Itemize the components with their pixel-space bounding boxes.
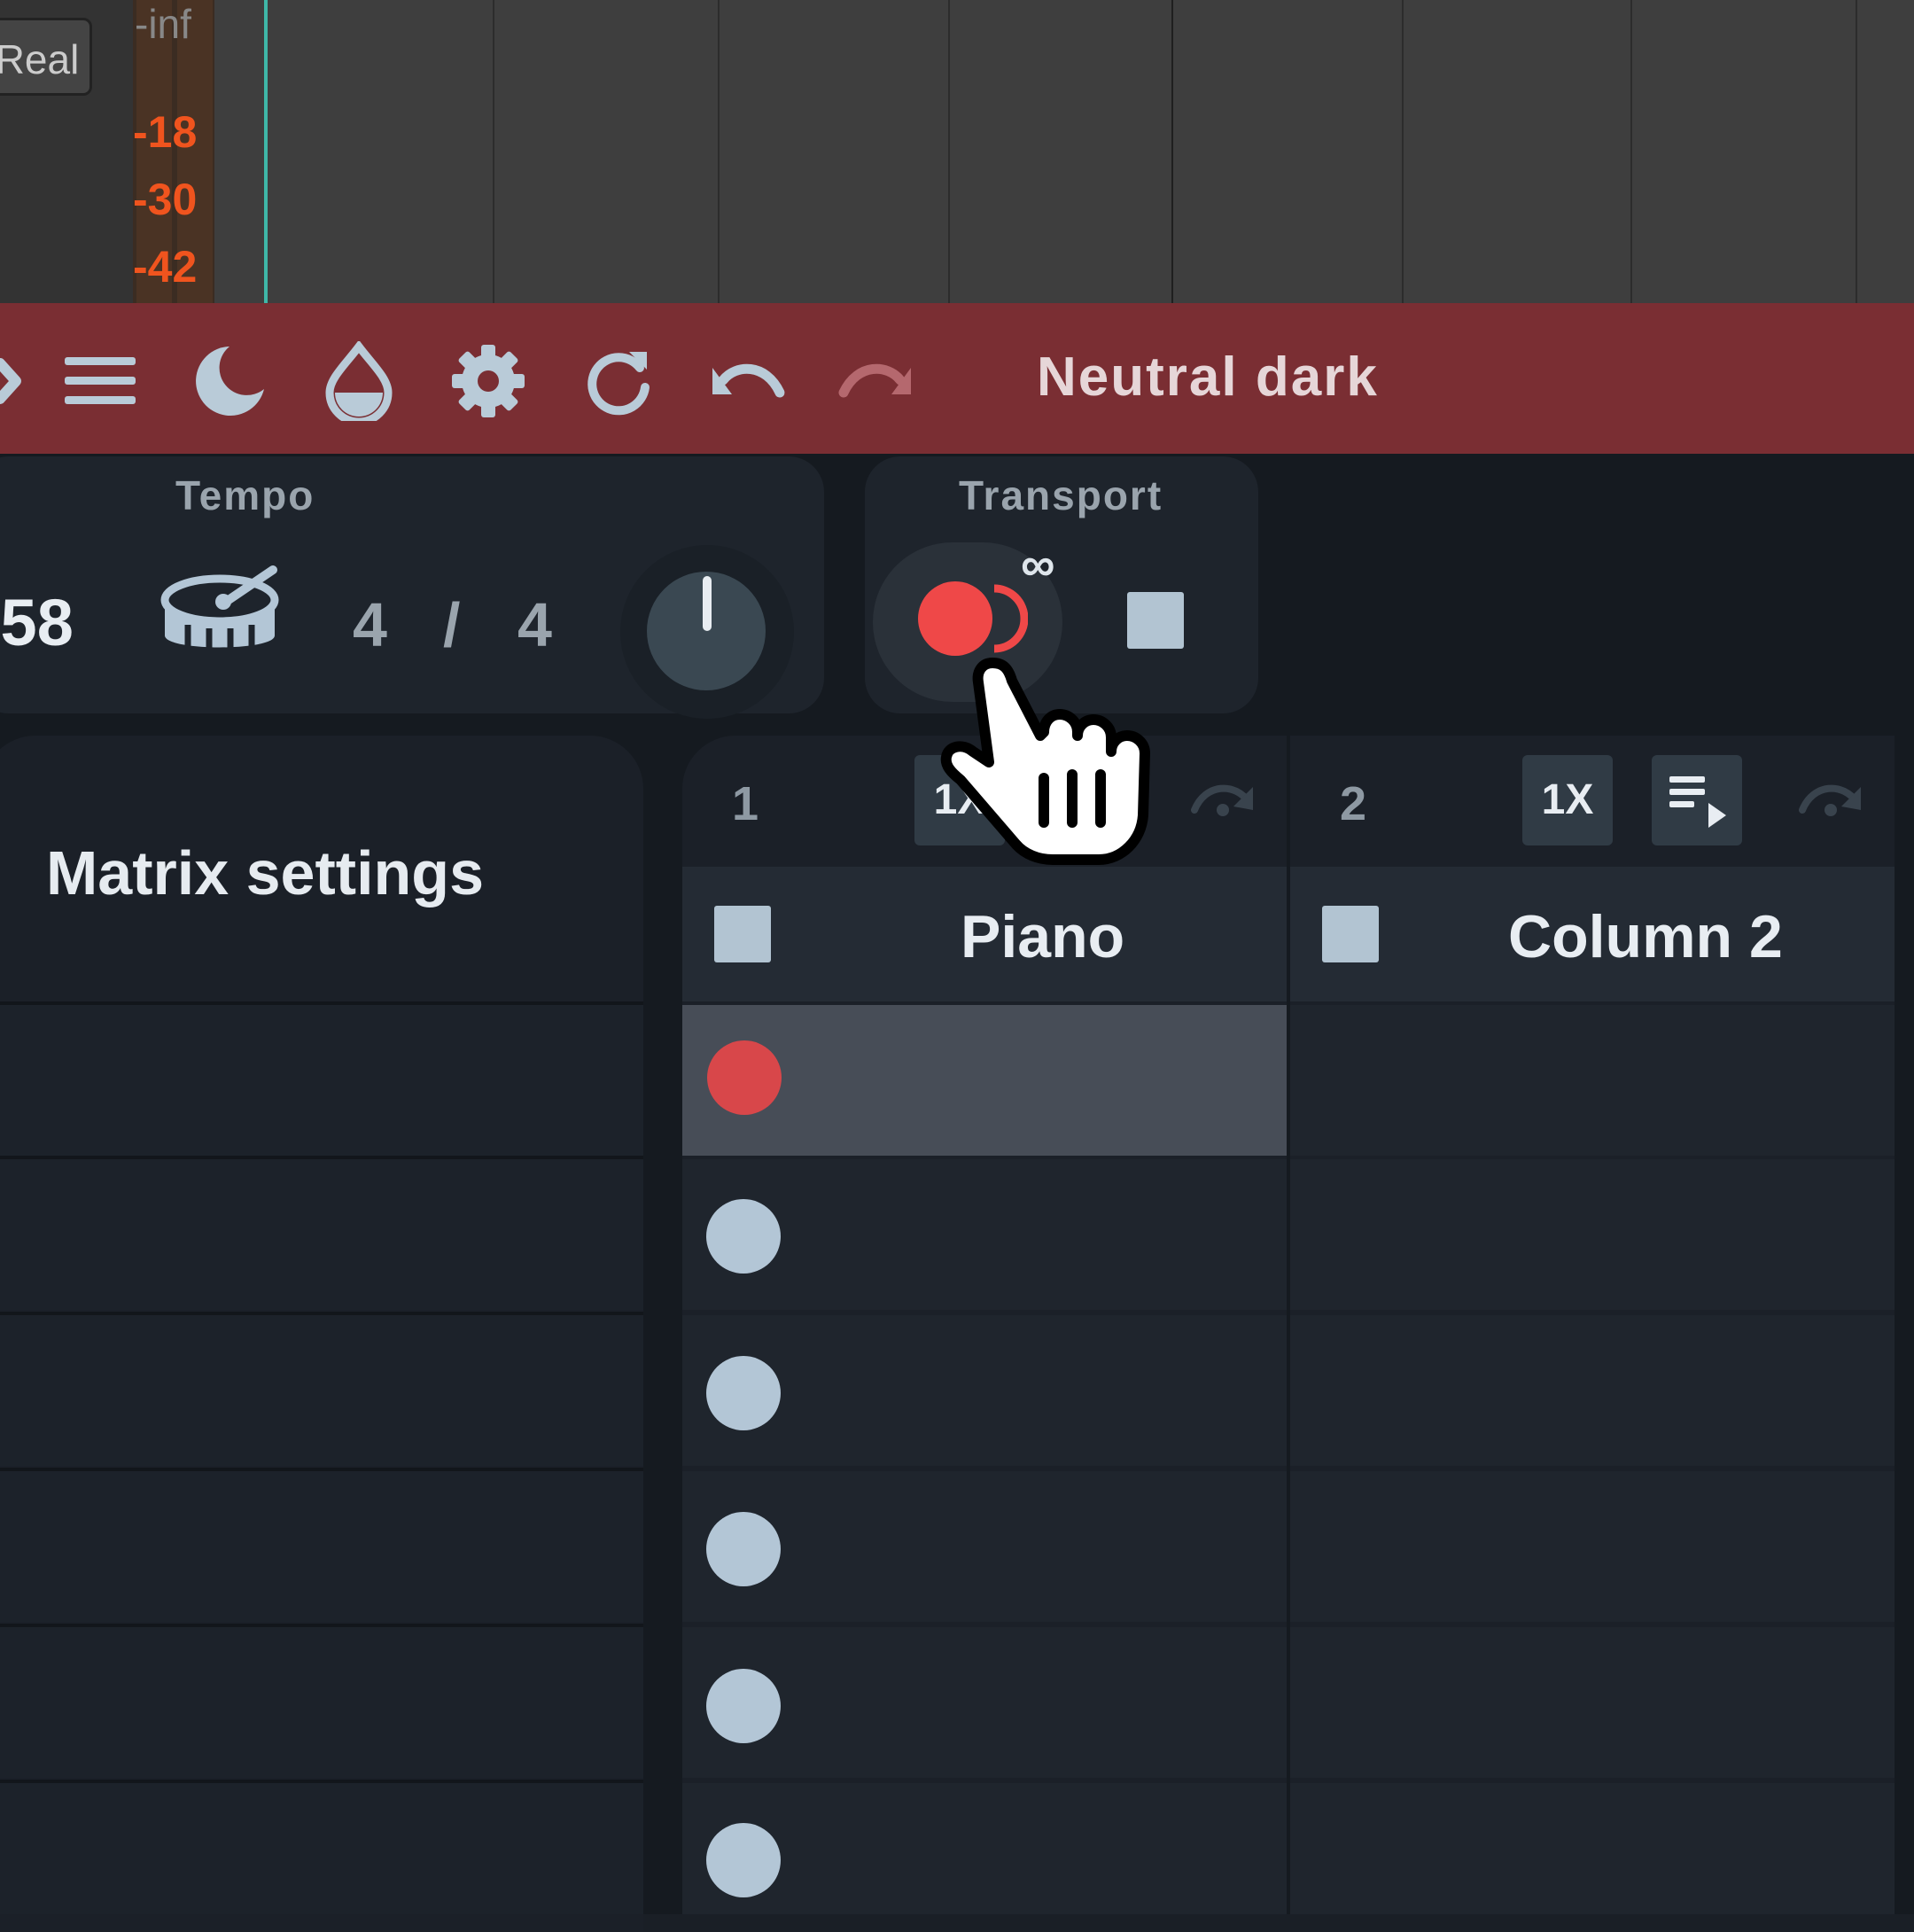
grid-line: [718, 0, 720, 303]
play-mode-badge[interactable]: 1X: [1522, 755, 1613, 845]
row-header[interactable]: [0, 1159, 643, 1310]
real-button[interactable]: Real: [0, 18, 92, 96]
grid-line: [493, 0, 494, 303]
meter-peak-label: -inf: [135, 1, 191, 47]
clip-slot-button[interactable]: [706, 1669, 781, 1743]
clip-slot-button[interactable]: [706, 1356, 781, 1430]
drum-icon[interactable]: [160, 563, 284, 669]
column-number: 1: [732, 777, 759, 830]
menu-icon[interactable]: [60, 341, 140, 421]
refresh-icon[interactable]: [578, 341, 657, 421]
grid-line: [948, 0, 950, 303]
meter-scale-label: -30: [133, 175, 198, 224]
clip-slot[interactable]: [1290, 1471, 1895, 1622]
row-header[interactable]: [0, 1471, 643, 1622]
grid-line: [1630, 0, 1632, 303]
time-signature-denominator[interactable]: 4: [517, 589, 552, 660]
meter-scale-label: -18: [133, 107, 198, 157]
theme-label[interactable]: Neutral dark: [1037, 346, 1379, 409]
clip-slot[interactable]: [1290, 1005, 1895, 1156]
matrix-settings-title[interactable]: Matrix settings: [46, 837, 484, 908]
grid-line: [1402, 0, 1404, 303]
stop-button[interactable]: [1127, 592, 1184, 649]
playlist-play-icon: [1669, 776, 1726, 828]
follow-action-icon[interactable]: [1187, 771, 1258, 824]
record-icon: [918, 581, 992, 656]
droplet-icon[interactable]: [319, 341, 399, 421]
clip-slot[interactable]: [1290, 1627, 1895, 1778]
follow-action-icon[interactable]: [1795, 771, 1866, 824]
meter-scale-label: -42: [133, 242, 198, 292]
playhead[interactable]: [264, 0, 268, 303]
transport-title: Transport: [959, 472, 1163, 518]
play-arrow-icon[interactable]: [0, 341, 44, 421]
record-arc-icon: [993, 584, 1028, 653]
column-name[interactable]: Column 2: [1508, 902, 1783, 971]
row-header[interactable]: [0, 1005, 643, 1156]
toolbar: [0, 303, 1914, 454]
tempo-value[interactable]: .58: [0, 585, 74, 660]
clip-slot[interactable]: [1290, 1783, 1895, 1914]
moon-icon[interactable]: [190, 341, 269, 421]
clip-slot[interactable]: [1290, 1315, 1895, 1466]
grid-line: [1856, 0, 1857, 303]
redo-icon[interactable]: [836, 341, 916, 421]
loop-icon[interactable]: ∞: [1021, 537, 1055, 592]
time-signature-slash: /: [443, 590, 461, 659]
clip-slot-button[interactable]: [706, 1823, 781, 1897]
hand-cursor-icon: [940, 658, 1150, 865]
row-header[interactable]: [0, 1783, 643, 1914]
column-stop-button[interactable]: [1322, 906, 1379, 962]
row-header[interactable]: [0, 1315, 643, 1466]
column-number: 2: [1340, 777, 1367, 830]
undo-icon[interactable]: [707, 341, 787, 421]
grid-line: [1171, 0, 1173, 303]
column-name[interactable]: Piano: [961, 902, 1124, 971]
clip-slot-button[interactable]: [706, 1199, 781, 1274]
clip-slot[interactable]: [1290, 1159, 1895, 1310]
gear-icon[interactable]: [448, 341, 528, 421]
clip-slot-button[interactable]: [706, 1512, 781, 1586]
clip-record-icon[interactable]: [707, 1040, 782, 1115]
knob-indicator: [703, 576, 712, 631]
tempo-title: Tempo: [175, 472, 315, 518]
arrange-view: [0, 0, 1914, 303]
column-stop-button[interactable]: [714, 906, 771, 962]
time-signature-numerator[interactable]: 4: [353, 589, 387, 660]
row-header[interactable]: [0, 1627, 643, 1778]
